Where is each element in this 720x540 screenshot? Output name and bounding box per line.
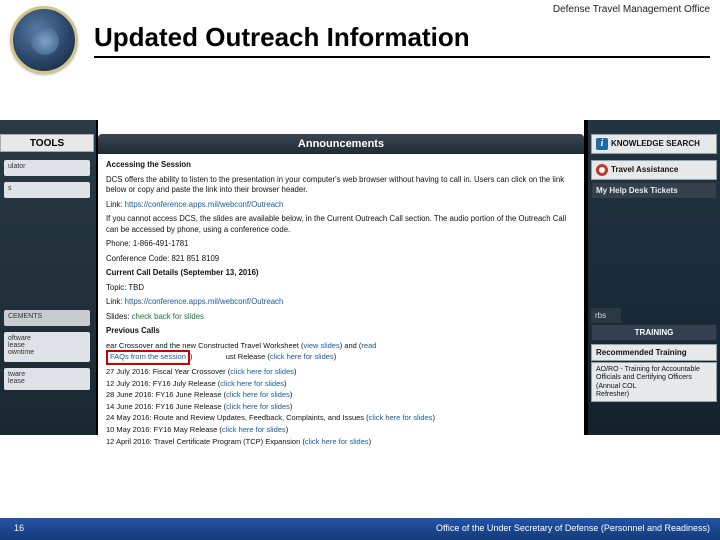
- announcements-body: Accessing the Session DCS offers the abi…: [98, 154, 584, 454]
- topic-text: Topic: TBD: [106, 283, 576, 294]
- page-number: 16: [14, 523, 24, 533]
- announcements-header: Announcements: [98, 134, 584, 154]
- prev-row: 24 May 2016: Route and Review Updates, F…: [106, 413, 576, 423]
- lifesaver-icon: [596, 164, 608, 176]
- current-call-title: Current Call Details (September 13, 2016…: [106, 268, 259, 277]
- cur-link[interactable]: https://conference.apps.mil/webconf/Outr…: [125, 297, 284, 306]
- prev-row: 27 July 2016: Fiscal Year Crossover (cli…: [106, 367, 576, 377]
- prev-row: 14 June 2016: FY16 June Release (click h…: [106, 402, 576, 412]
- tools-header: TOOLS: [0, 134, 94, 152]
- prev-row: 10 May 2016: FY16 May Release (click her…: [106, 425, 576, 435]
- help-desk-tickets[interactable]: My Help Desk Tickets: [591, 182, 717, 199]
- view-slides-link[interactable]: view slides: [303, 341, 339, 350]
- slide-footer: 16 Office of the Under Secretary of Defe…: [0, 518, 720, 540]
- footer-text: Office of the Under Secretary of Defense…: [436, 523, 710, 533]
- link-row: Link: https://conference.apps.mil/webcon…: [106, 200, 576, 211]
- outreach-link[interactable]: https://conference.apps.mil/webconf/Outr…: [125, 200, 284, 209]
- slide-title: Updated Outreach Information: [94, 22, 470, 53]
- cur-link-row: Link: https://conference.apps.mil/webcon…: [106, 297, 576, 308]
- center-panel: Announcements Accessing the Session DCS …: [98, 120, 584, 435]
- left-sidebar: TOOLS ulator s CEMENTS oftware lease own…: [0, 120, 96, 435]
- prev-row: 12 April 2016: Travel Certificate Progra…: [106, 437, 576, 447]
- accessing-title: Accessing the Session: [106, 160, 191, 169]
- training-header: TRAINING: [591, 324, 717, 341]
- previous-list: ear Crossover and the new Constructed Tr…: [106, 341, 576, 447]
- slide: Defense Travel Management Office Updated…: [0, 0, 720, 540]
- confcode-text: Conference Code: 821 851 8109: [106, 254, 576, 265]
- faq-link[interactable]: FAQs from the session: [110, 352, 186, 361]
- dod-seal-icon: [10, 6, 78, 74]
- left-header-cements: CEMENTS: [4, 310, 90, 326]
- left-item[interactable]: ulator: [4, 160, 90, 176]
- slide-header: Defense Travel Management Office Updated…: [0, 0, 720, 82]
- slides-link[interactable]: click here for slides: [270, 352, 334, 361]
- knowledge-search[interactable]: iKNOWLEDGE SEARCH: [591, 134, 717, 154]
- faq-highlight-box: FAQs from the session: [106, 350, 190, 365]
- prev-row: 28 June 2016: FY16 June Release (click h…: [106, 390, 576, 400]
- rbs-label: rbs: [591, 308, 621, 323]
- prev-row: ear Crossover and the new Constructed Tr…: [106, 341, 576, 351]
- left-item[interactable]: oftware lease owntime: [4, 332, 90, 362]
- fallback-text: If you cannot access DCS, the slides are…: [106, 214, 576, 235]
- embedded-screenshot: TOOLS ulator s CEMENTS oftware lease own…: [0, 120, 720, 435]
- prev-row-faq: FAQs from the session) ust Release (clic…: [106, 352, 576, 365]
- slides-link[interactable]: check back for slides: [132, 312, 204, 321]
- accessing-body: DCS offers the ability to listen to the …: [106, 175, 576, 196]
- info-icon: i: [596, 138, 608, 150]
- org-text: Defense Travel Management Office: [553, 4, 710, 15]
- title-divider: [94, 56, 710, 58]
- travel-assistance[interactable]: Travel Assistance: [591, 160, 717, 180]
- left-item[interactable]: s: [4, 182, 90, 198]
- aoro-training[interactable]: AO/RO - Training for Accountable Officia…: [591, 362, 717, 402]
- previous-title: Previous Calls: [106, 326, 160, 335]
- prev-row: 12 July 2016: FY16 July Release (click h…: [106, 379, 576, 389]
- left-item[interactable]: tware lease: [4, 368, 90, 390]
- right-sidebar: iKNOWLEDGE SEARCH Travel Assistance My H…: [588, 120, 720, 435]
- slides-row: Slides: check back for slides: [106, 312, 576, 323]
- recommended-training: Recommended Training: [591, 344, 717, 361]
- phone-text: Phone: 1-866-491-1781: [106, 239, 576, 250]
